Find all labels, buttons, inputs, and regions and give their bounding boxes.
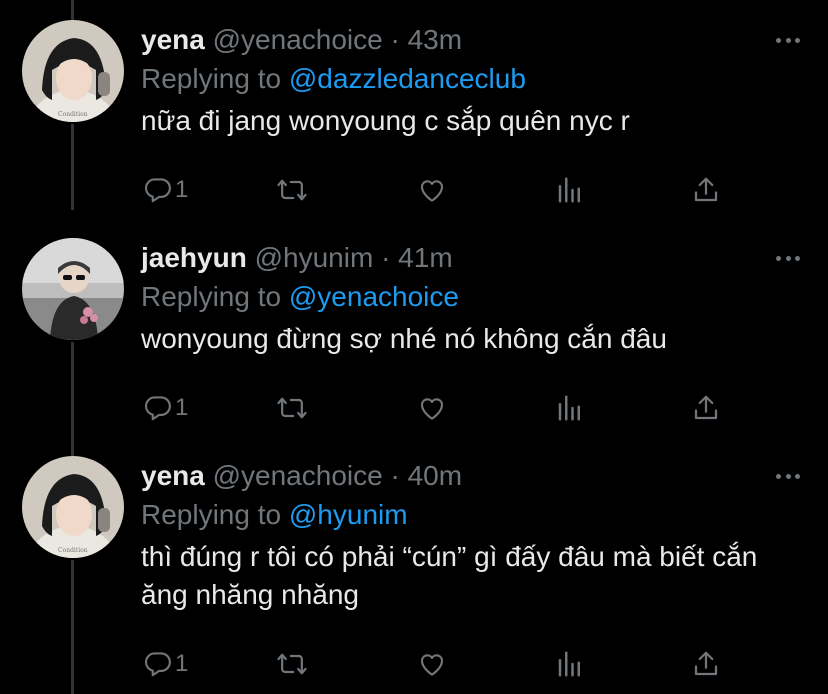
reply-button[interactable]: 1 xyxy=(143,388,188,428)
analytics-button[interactable] xyxy=(555,388,585,428)
tweet[interactable]: Condition yena @yenachoice · 40m Replyin… xyxy=(0,456,828,694)
reply-count: 1 xyxy=(175,394,189,421)
retweet-button[interactable] xyxy=(276,388,308,428)
mention-link[interactable]: @hyunim xyxy=(289,499,408,530)
reply-icon xyxy=(144,178,171,203)
replying-to: Replying to @dazzledanceclub xyxy=(141,60,808,98)
user-handle[interactable]: @hyunim xyxy=(255,242,374,273)
separator-dot: · xyxy=(381,242,391,273)
tweet-text: thì đúng r tôi có phải “cún” gì đấy đâu … xyxy=(141,541,758,610)
reply-icon xyxy=(144,396,171,421)
retweet-button[interactable] xyxy=(276,170,308,210)
tweet[interactable]: jaehyun @hyunim · 41m Replying to @yenac… xyxy=(0,238,828,438)
mention-link[interactable]: @yenachoice xyxy=(289,281,459,312)
avatar[interactable]: Condition xyxy=(22,20,124,122)
reply-count: 1 xyxy=(175,176,189,203)
svg-text:Condition: Condition xyxy=(58,547,88,554)
analytics-button[interactable] xyxy=(555,644,585,684)
tweet-actions: 1 xyxy=(141,170,741,210)
reply-count: 1 xyxy=(175,650,189,677)
reply-button[interactable]: 1 xyxy=(143,644,188,684)
display-name[interactable]: yena xyxy=(141,24,205,55)
retweet-icon xyxy=(277,179,307,201)
tweet-text: nữa đi jang wonyoung c sắp quên nyc r xyxy=(141,105,630,136)
reply-icon xyxy=(144,652,171,677)
timestamp[interactable]: 43m xyxy=(408,24,462,55)
retweet-icon xyxy=(277,653,307,675)
retweet-button[interactable] xyxy=(276,644,308,684)
mention-link[interactable]: @dazzledanceclub xyxy=(289,63,526,94)
analytics-icon xyxy=(558,651,580,677)
like-button[interactable] xyxy=(416,388,448,428)
more-icon[interactable] xyxy=(776,254,800,262)
separator-dot: · xyxy=(390,24,400,55)
like-button[interactable] xyxy=(416,170,448,210)
svg-text:Condition: Condition xyxy=(58,111,88,118)
avatar[interactable] xyxy=(22,238,124,340)
share-icon xyxy=(694,651,718,676)
analytics-icon xyxy=(558,395,580,421)
display-name[interactable]: jaehyun xyxy=(141,242,247,273)
analytics-icon xyxy=(558,177,580,203)
share-button[interactable] xyxy=(691,644,721,684)
tweet[interactable]: Condition yena @yenachoice · 43m Replyin… xyxy=(0,20,828,220)
share-button[interactable] xyxy=(691,388,721,428)
share-button[interactable] xyxy=(691,170,721,210)
tweet-actions: 1 xyxy=(141,388,741,428)
timestamp[interactable]: 41m xyxy=(398,242,452,273)
like-icon xyxy=(420,654,444,676)
timestamp[interactable]: 40m xyxy=(408,460,462,491)
more-icon[interactable] xyxy=(776,36,800,44)
user-handle[interactable]: @yenachoice xyxy=(213,24,383,55)
thread-line xyxy=(71,0,74,20)
replying-to: Replying to @yenachoice xyxy=(141,278,808,316)
display-name[interactable]: yena xyxy=(141,460,205,491)
separator-dot: · xyxy=(390,460,400,491)
tweet-actions: 1 xyxy=(141,644,741,684)
reply-button[interactable]: 1 xyxy=(143,170,188,210)
replying-to-label: Replying to xyxy=(141,63,282,94)
share-icon xyxy=(694,177,718,202)
like-icon xyxy=(420,180,444,202)
replying-to-label: Replying to xyxy=(141,281,282,312)
like-icon xyxy=(420,398,444,420)
avatar[interactable]: Condition xyxy=(22,456,124,558)
tweet-text: wonyoung đừng sợ nhé nó không cắn đâu xyxy=(141,323,667,354)
share-icon xyxy=(694,395,718,420)
user-handle[interactable]: @yenachoice xyxy=(213,460,383,491)
replying-to: Replying to @hyunim xyxy=(141,496,808,534)
analytics-button[interactable] xyxy=(555,170,585,210)
replying-to-label: Replying to xyxy=(141,499,282,530)
more-icon[interactable] xyxy=(776,472,800,480)
retweet-icon xyxy=(277,397,307,419)
like-button[interactable] xyxy=(416,644,448,684)
